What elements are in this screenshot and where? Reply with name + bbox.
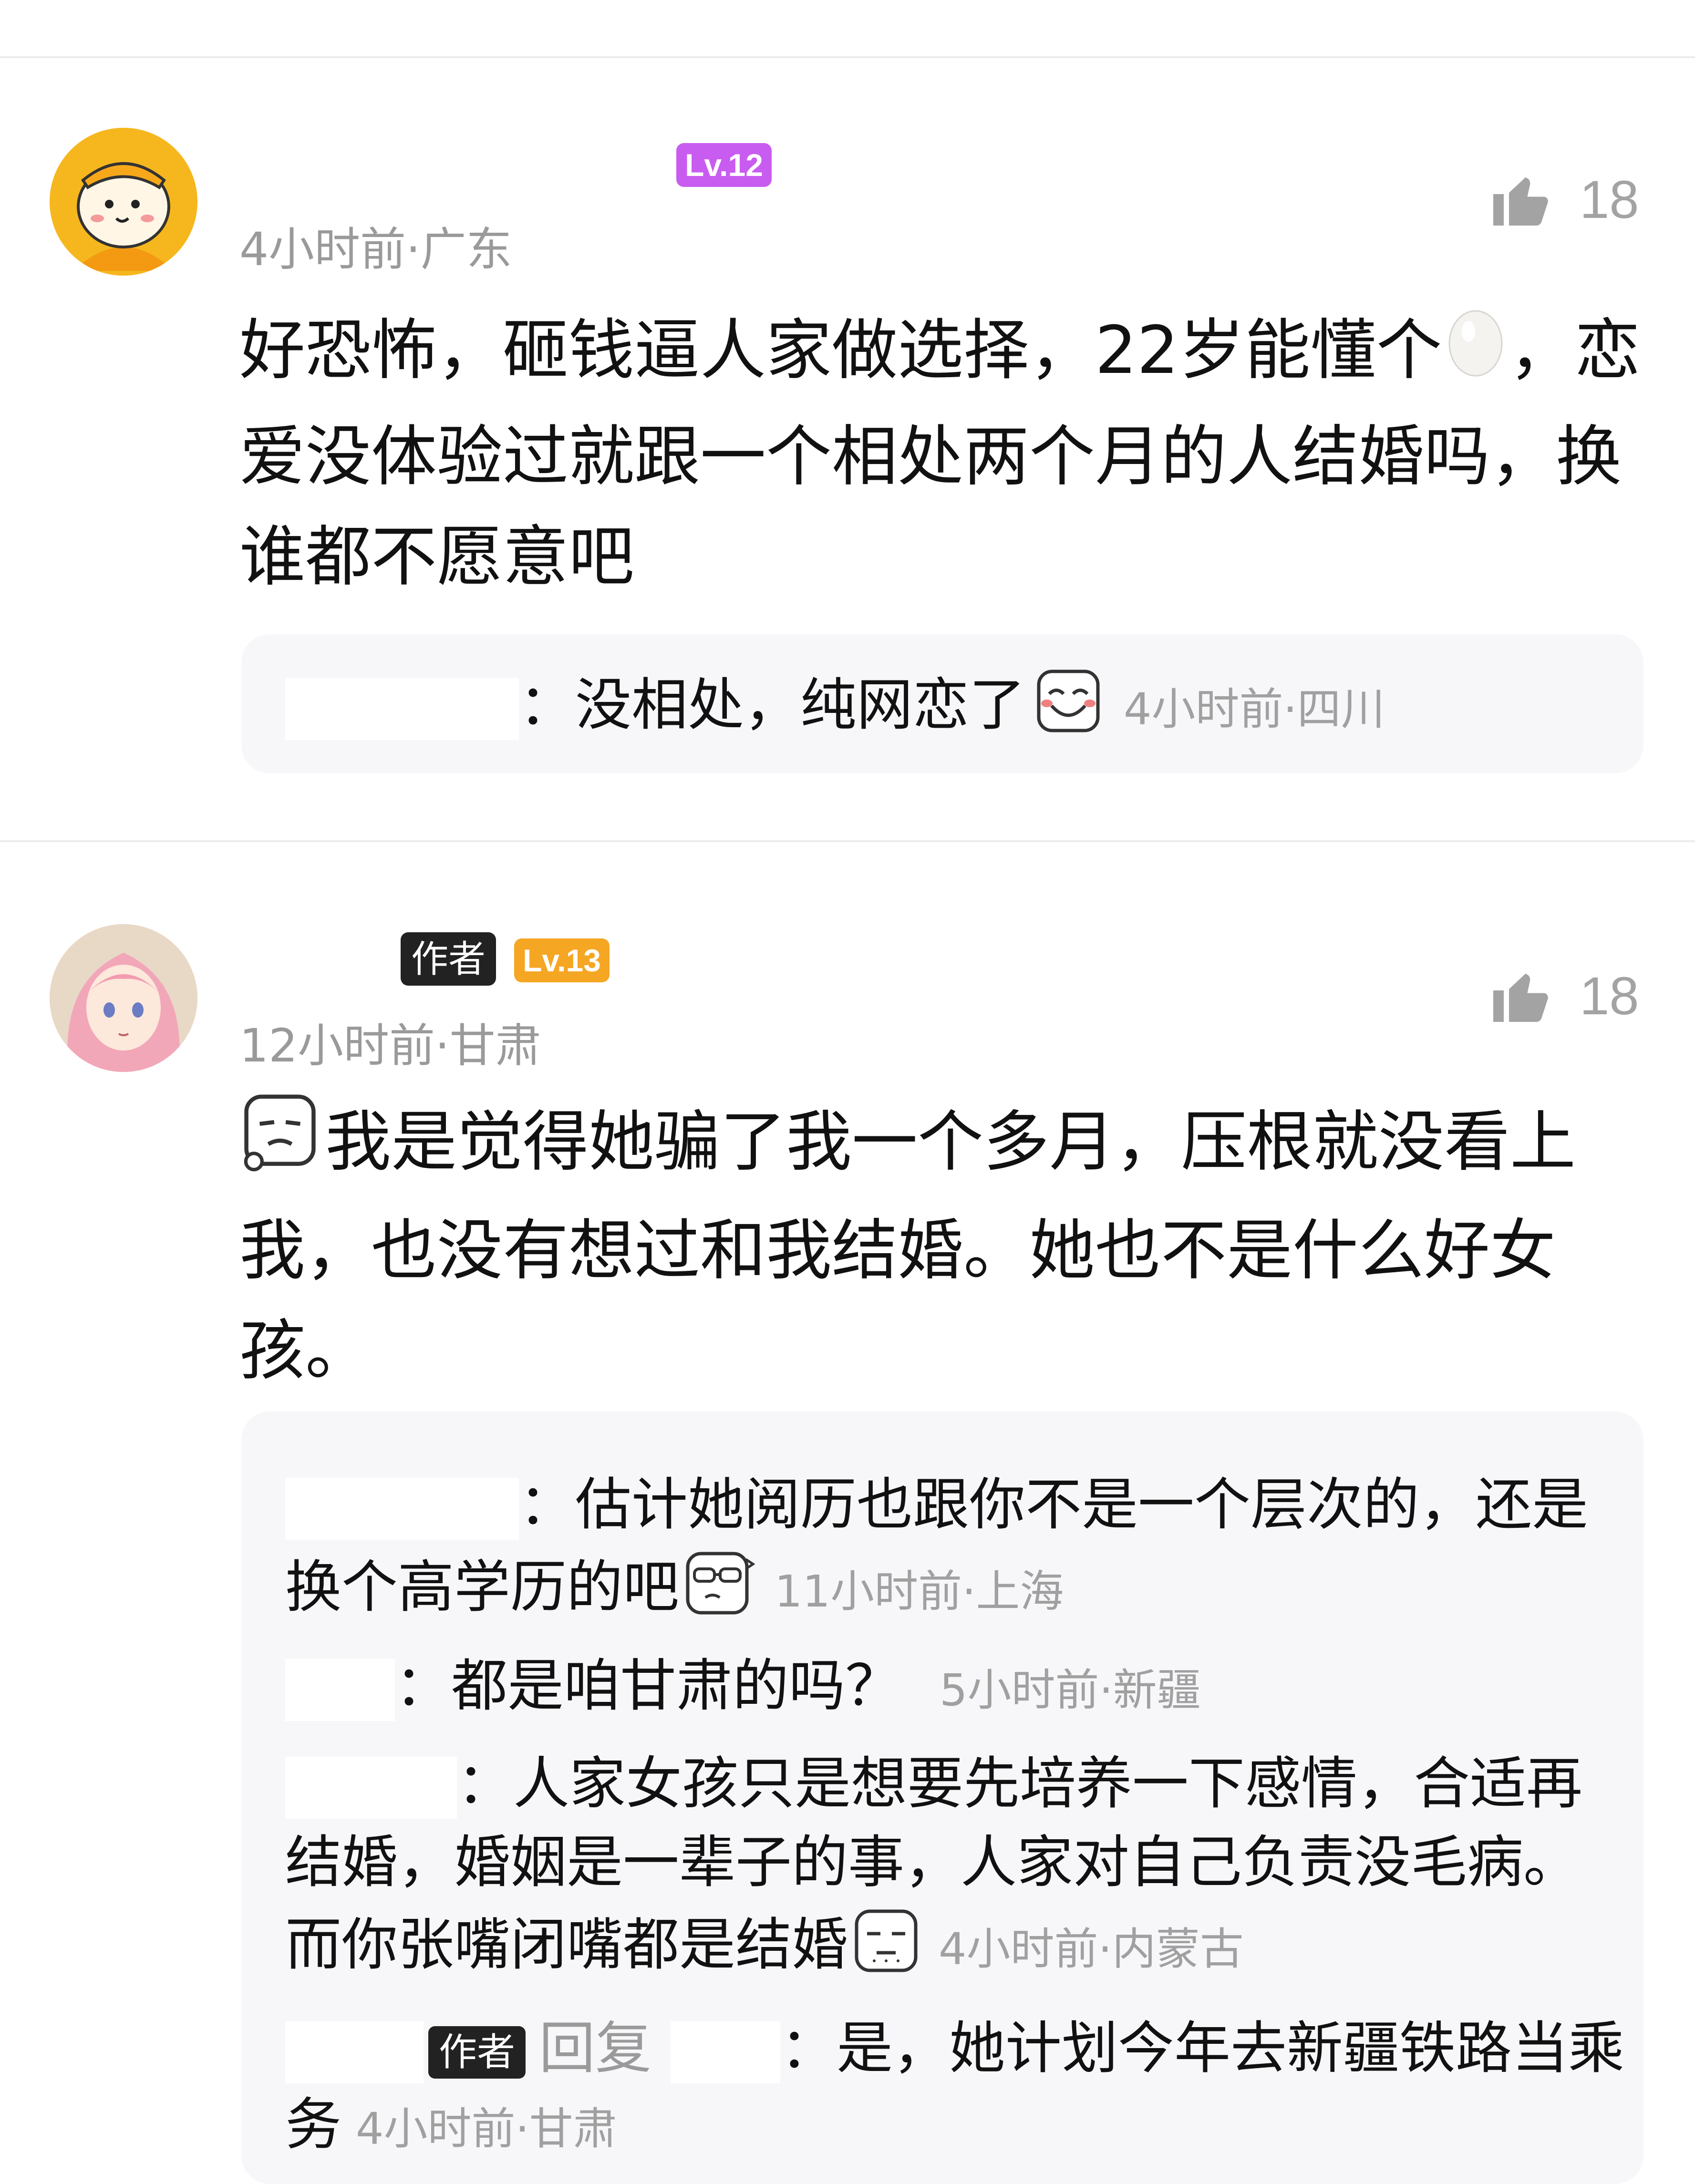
reply-item[interactable]: ：人家女孩只是想要先培养一下感情，合适再 [285,1748,1582,1819]
comment-line: 我，也没有想过和我结婚。她也不是什么好女 [239,1212,1556,1289]
reply-item[interactable]: ：没相处，纯网恋了 4小时前·四川 [285,668,1385,751]
reply-label: 回复 [539,2015,652,2081]
egg-emoji-icon [1442,303,1509,407]
reply-item-cont: 换个高学历的吧 11小时前·上海 [285,1550,1064,1633]
author-badge: 作者 [401,932,496,986]
comment-line: 孩。 [239,1312,372,1390]
like-button[interactable]: 18 [1488,168,1639,231]
comment-line: 爱没体验过就跟一个相处两个月的人结婚吗，换 [239,418,1622,495]
reply-item-cont: 而你张嘴闭嘴都是结婚 4小时前·内蒙古 [285,1907,1244,1990]
like-count: 18 [1580,169,1639,229]
reply-text: ：人家女孩只是想要先培养一下感情，合适再 [457,1751,1583,1816]
grin-emoji-icon [1035,668,1102,751]
username-redacted[interactable] [285,1477,519,1540]
comment-line: 好恐怖，砸钱逼人家做选择，22岁能懂个 [239,312,1442,389]
comment-line: 我是觉得她骗了我一个多月，压根就没看上 [325,1103,1576,1180]
comment-line-tail: ，恋 [1509,312,1641,389]
avatar[interactable] [50,128,197,276]
reply-item-cont: 务 4小时前·甘肃 [285,2089,617,2165]
reply-text: ：估计她阅历也跟你不是一个层次的，还是 [519,1472,1589,1537]
reply-item[interactable]: ：估计她阅历也跟你不是一个层次的，还是 [285,1469,1588,1540]
comment-text: 我是觉得她骗了我一个多月，压根就没看上 我，也没有想过和我结婚。她也不是什么好女… [239,1092,1576,1401]
comment-text: 好恐怖，砸钱逼人家做选择，22岁能懂个 ，恋 爱没体验过就跟一个相处两个月的人结婚… [239,300,1641,607]
thumbs-up-icon [1493,177,1548,226]
comment-meta: 4小时前·广东 [239,223,512,276]
level-badge: Lv.12 [676,143,772,187]
like-button[interactable]: 18 [1488,964,1639,1027]
reply-meta: 4小时前·内蒙古 [939,1924,1244,1975]
deadpan-emoji-icon [853,1907,920,1990]
reply-item[interactable]: ：都是咱甘肃的吗？ 5小时前·新疆 [285,1650,1201,1726]
author-badge: 作者 [428,2026,526,2079]
sigh-emoji-icon [239,1092,320,1201]
top-divider [0,56,1695,58]
reply-text: ：没相处，纯网恋了 [519,672,1026,738]
reply-text: ：是，她计划今年去新疆铁路当乘 [780,2015,1625,2081]
reply-text: ：都是咱甘肃的吗？ [395,1653,902,1719]
username-redacted[interactable] [285,1756,457,1819]
reply-text: 结婚，婚姻是一辈子的事，人家对自己负责没毛病。 [285,1829,1580,1895]
comment-divider [0,840,1695,842]
reply-text: 务 [285,2091,342,2157]
comment-meta: 12小时前·甘肃 [239,1019,541,1072]
reply-meta: 4小时前·四川 [1124,684,1385,735]
reply-item[interactable]: 作者 回复 ：是，她计划今年去新疆铁路当乘 [285,2012,1624,2084]
like-count: 18 [1580,966,1639,1026]
reply-meta: 5小时前·新疆 [940,1665,1201,1716]
smug-emoji-icon [684,1550,755,1633]
reply-meta: 11小时前·上海 [775,1566,1064,1617]
avatar[interactable] [50,924,197,1072]
reply-item-cont: 结婚，婚姻是一辈子的事，人家对自己负责没毛病。 [285,1826,1580,1898]
comment-line: 谁都不愿意吧 [239,518,635,596]
thumbs-up-icon [1493,973,1548,1022]
reply-meta: 4小时前·甘肃 [356,2103,617,2154]
username-redacted[interactable] [285,1659,395,1721]
reply-text: 换个高学历的吧 [285,1554,680,1620]
avatar-cartoon-icon [50,128,197,276]
username-redacted[interactable] [285,678,519,740]
level-badge: Lv.13 [514,938,610,982]
avatar-anime-girl-icon [50,924,197,1072]
reply-text: 而你张嘴闭嘴都是结婚 [285,1912,848,1978]
username-redacted[interactable] [671,2021,781,2083]
username-redacted[interactable] [285,2021,424,2083]
